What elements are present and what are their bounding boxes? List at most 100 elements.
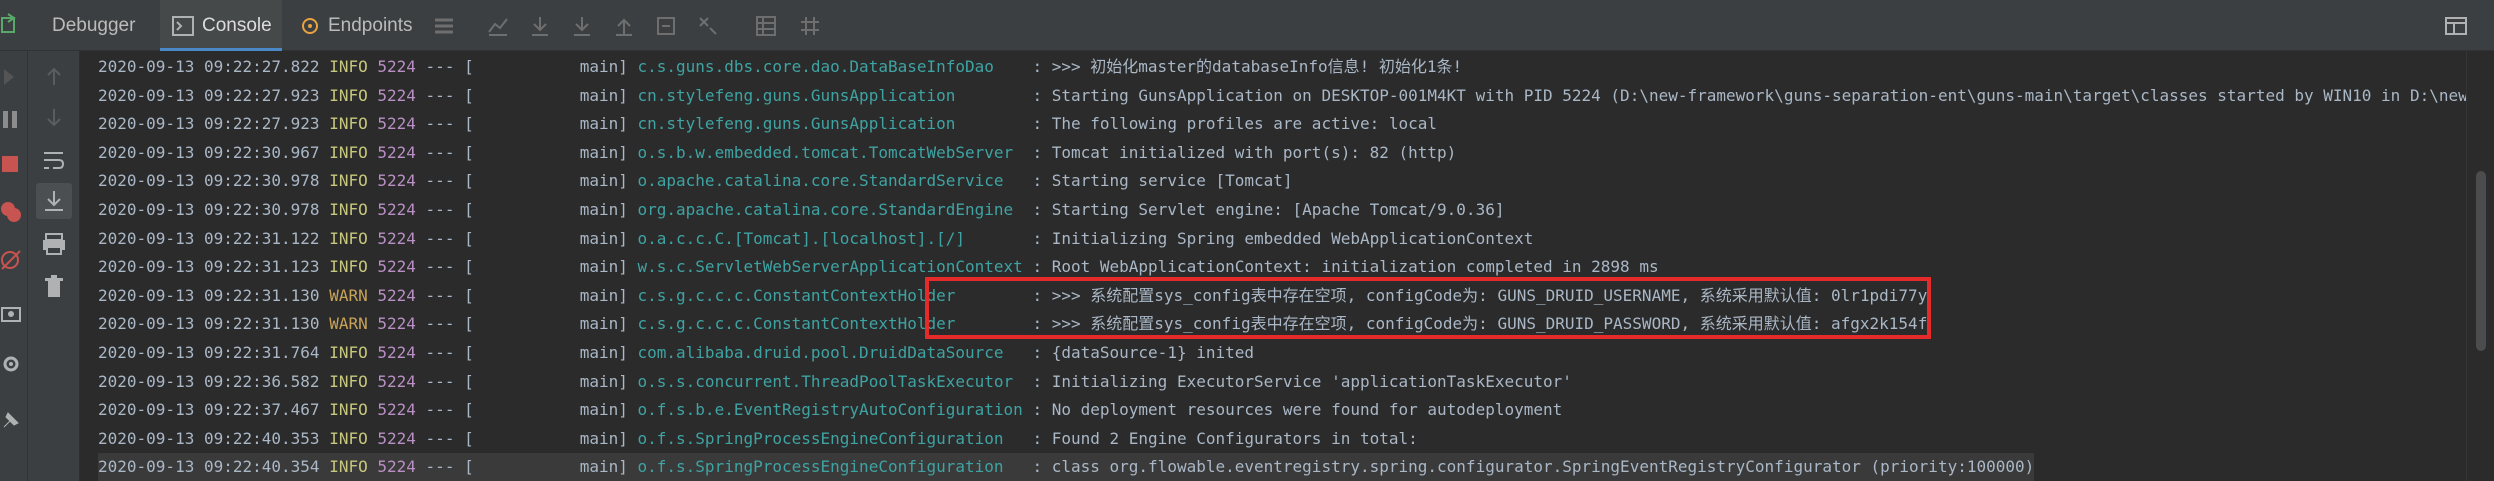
scroll-to-end-icon xyxy=(45,191,63,211)
tab-endpoints[interactable]: Endpoints xyxy=(292,0,422,51)
layout-settings-icon[interactable] xyxy=(2444,14,2468,38)
tab-console[interactable]: Console xyxy=(160,0,282,51)
trace-icon[interactable] xyxy=(798,14,822,38)
resume-icon[interactable] xyxy=(0,65,26,91)
mute-breakpoints-icon[interactable] xyxy=(0,247,26,273)
log-timestamp: 2020-09-13 09:22:37.467 xyxy=(98,400,320,419)
log-logger: o.apache.catalina.core.StandardService xyxy=(637,171,1023,190)
scroll-down-icon[interactable] xyxy=(41,105,67,131)
log-thread: [ main] xyxy=(464,143,628,162)
scrollbar-thumb[interactable] xyxy=(2476,171,2486,351)
log-thread: [ main] xyxy=(464,57,628,76)
print-icon[interactable] xyxy=(41,231,67,257)
log-thread: [ main] xyxy=(464,86,628,105)
log-message: : No deployment resources were found for… xyxy=(1032,400,1563,419)
log-thread: [ main] xyxy=(464,200,628,219)
log-message: : Initializing ExecutorService 'applicat… xyxy=(1032,372,1572,391)
console-output[interactable]: 2020-09-13 09:22:27.822 INFO 5224 --- [ … xyxy=(80,51,2466,481)
log-thread: [ main] xyxy=(464,429,628,448)
log-logger: o.s.s.concurrent.ThreadPoolTaskExecutor xyxy=(637,372,1023,391)
log-timestamp: 2020-09-13 09:22:36.582 xyxy=(98,372,320,391)
log-timestamp: 2020-09-13 09:22:27.822 xyxy=(98,57,320,76)
log-pid: 5224 xyxy=(377,457,416,476)
log-pid: 5224 xyxy=(377,229,416,248)
log-level: INFO xyxy=(329,257,368,276)
log-separator: --- xyxy=(425,229,455,248)
log-logger: c.s.guns.dbs.core.dao.DataBaseInfoDao xyxy=(637,57,1023,76)
log-timestamp: 2020-09-13 09:22:30.978 xyxy=(98,200,320,219)
debugger-toolbar xyxy=(0,51,28,481)
scroll-up-icon[interactable] xyxy=(41,63,67,89)
log-logger: org.apache.catalina.core.StandardEngine xyxy=(637,200,1023,219)
log-thread: [ main] xyxy=(464,257,628,276)
settings-icon[interactable] xyxy=(0,351,26,377)
step-out-icon[interactable] xyxy=(612,14,636,38)
log-level: INFO xyxy=(329,400,368,419)
log-level: WARN xyxy=(329,314,368,333)
endpoints-icon xyxy=(302,17,318,34)
view-breakpoints-icon[interactable] xyxy=(0,199,26,225)
log-timestamp: 2020-09-13 09:22:30.978 xyxy=(98,171,320,190)
log-pid: 5224 xyxy=(377,143,416,162)
table-view-icon[interactable] xyxy=(754,14,778,38)
log-separator: --- xyxy=(425,372,455,391)
log-line: 2020-09-13 09:22:27.923 INFO 5224 --- [ … xyxy=(98,82,2466,110)
log-pid: 5224 xyxy=(377,400,416,419)
soft-wrap-icon[interactable] xyxy=(41,147,67,173)
log-message: : Root WebApplicationContext: initializa… xyxy=(1032,257,1659,276)
log-thread: [ main] xyxy=(464,343,628,362)
log-timestamp: 2020-09-13 09:22:40.354 xyxy=(98,457,320,476)
log-separator: --- xyxy=(425,200,455,219)
step-into-icon[interactable] xyxy=(570,14,594,38)
log-pid: 5224 xyxy=(377,57,416,76)
log-level: INFO xyxy=(329,86,368,105)
log-level: INFO xyxy=(329,229,368,248)
console-toolbar xyxy=(28,51,80,481)
log-thread: [ main] xyxy=(464,314,628,333)
log-separator: --- xyxy=(425,86,455,105)
camera-icon[interactable] xyxy=(0,301,26,327)
log-pid: 5224 xyxy=(377,429,416,448)
layout-icon[interactable] xyxy=(432,14,456,38)
highlight-box xyxy=(925,277,1931,339)
log-message: : {dataSource-1} inited xyxy=(1032,343,1255,362)
log-logger: cn.stylefeng.guns.GunsApplication xyxy=(637,114,1023,133)
log-thread: [ main] xyxy=(464,229,628,248)
step-over-icon[interactable] xyxy=(528,14,552,38)
scroll-to-end-toggle[interactable] xyxy=(36,183,72,219)
log-separator: --- xyxy=(425,57,455,76)
log-level: INFO xyxy=(329,200,368,219)
tab-label: Endpoints xyxy=(328,14,413,36)
run-to-cursor-icon[interactable] xyxy=(696,14,720,38)
log-logger: o.f.s.SpringProcessEngineConfiguration xyxy=(637,429,1023,448)
log-line: 2020-09-13 09:22:31.122 INFO 5224 --- [ … xyxy=(98,225,1533,253)
log-timestamp: 2020-09-13 09:22:30.967 xyxy=(98,143,320,162)
log-thread: [ main] xyxy=(464,286,628,305)
clear-all-icon[interactable] xyxy=(41,273,67,299)
tab-debugger[interactable]: Debugger xyxy=(38,0,148,51)
pin-icon[interactable] xyxy=(0,407,26,433)
log-level: INFO xyxy=(329,372,368,391)
restore-layout-icon[interactable] xyxy=(0,12,24,36)
stop-icon[interactable] xyxy=(0,151,26,177)
log-message: : Starting service [Tomcat] xyxy=(1032,171,1293,190)
log-logger: o.s.b.w.embedded.tomcat.TomcatWebServer xyxy=(637,143,1023,162)
log-thread: [ main] xyxy=(464,114,628,133)
log-pid: 5224 xyxy=(377,257,416,276)
drop-frame-icon[interactable] xyxy=(654,14,678,38)
log-line: 2020-09-13 09:22:30.967 INFO 5224 --- [ … xyxy=(98,139,1456,167)
vertical-scrollbar[interactable] xyxy=(2466,51,2494,481)
log-message: : Tomcat initialized with port(s): 82 (h… xyxy=(1032,143,1457,162)
log-separator: --- xyxy=(425,314,455,333)
log-line: 2020-09-13 09:22:30.978 INFO 5224 --- [ … xyxy=(98,167,1293,195)
log-message: : The following profiles are active: loc… xyxy=(1032,114,1438,133)
log-message: : Found 2 Engine Configurators in total: xyxy=(1032,429,1418,448)
show-execution-point-icon[interactable] xyxy=(486,14,510,38)
log-pid: 5224 xyxy=(377,86,416,105)
log-thread: [ main] xyxy=(464,171,628,190)
log-logger: w.s.c.ServletWebServerApplicationContext xyxy=(637,257,1023,276)
log-pid: 5224 xyxy=(377,286,416,305)
log-timestamp: 2020-09-13 09:22:31.764 xyxy=(98,343,320,362)
pause-icon[interactable] xyxy=(0,107,26,133)
log-timestamp: 2020-09-13 09:22:27.923 xyxy=(98,86,320,105)
